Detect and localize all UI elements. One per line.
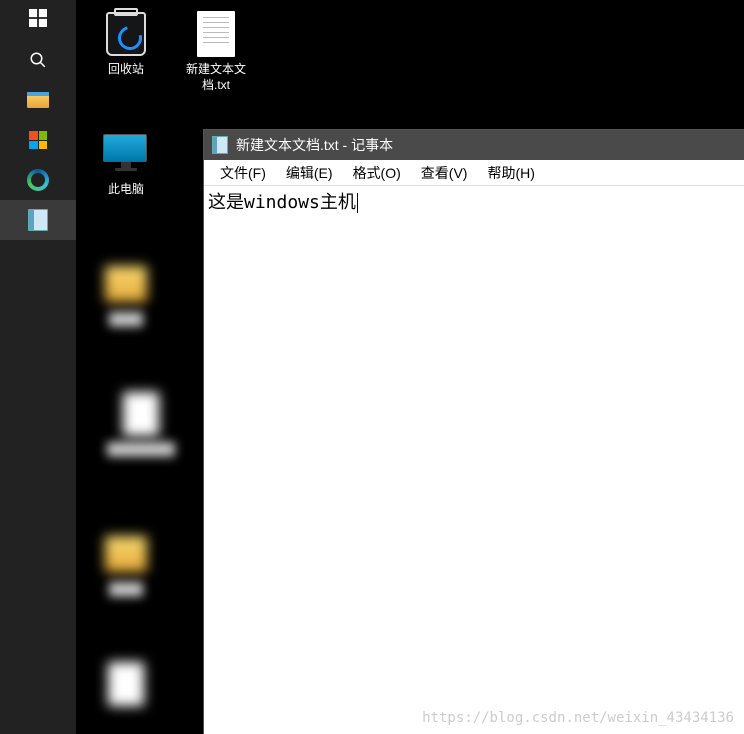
menu-format[interactable]: 格式(O) [343,161,411,185]
editor-area[interactable]: 这是windows主机 https://blog.csdn.net/weixin… [204,186,744,734]
file-icon [108,662,144,706]
notepad-task-button[interactable] [0,200,76,240]
menu-help[interactable]: 帮助(H) [477,161,544,185]
microsoft-store-button[interactable] [0,120,76,160]
editor-content: 这是windows主机 [208,192,356,213]
recycle-bin-icon [106,12,146,56]
search-icon [29,51,47,69]
start-button[interactable] [0,0,76,40]
search-button[interactable] [0,40,76,80]
windows-icon [29,9,47,32]
txt-file-icon [197,11,235,57]
desktop-icon-label: ████████ [86,442,196,458]
desktop-icon-label: 此电脑 [86,182,166,198]
desktop-icon-label: ████ [86,312,166,328]
menu-view[interactable]: 查看(V) [411,161,478,185]
desktop-icon-recycle-bin[interactable]: 回收站 [86,10,166,78]
folder-icon [105,536,147,572]
desktop-icon-label: 新建文本文档.txt [176,62,256,93]
menubar: 文件(F) 编辑(E) 格式(O) 查看(V) 帮助(H) [204,160,744,186]
notepad-icon [212,136,228,154]
file-explorer-button[interactable] [0,80,76,120]
desktop-icon-this-pc[interactable]: 此电脑 [86,130,166,198]
desktop-icon-label: ████ [86,582,166,598]
titlebar[interactable]: 新建文本文档.txt - 记事本 [204,130,744,160]
explorer-icon [27,92,49,108]
notepad-window: 新建文本文档.txt - 记事本 文件(F) 编辑(E) 格式(O) 查看(V)… [204,130,744,734]
folder-icon [105,266,147,302]
edge-icon [27,169,49,191]
taskbar [0,0,76,734]
menu-file[interactable]: 文件(F) [210,161,276,185]
store-icon [29,131,47,149]
notepad-icon [28,209,48,231]
file-icon [123,392,159,436]
desktop-icon-blurred-1[interactable]: ████ [86,260,166,328]
desktop-icon-blurred-3[interactable]: ████ [86,530,166,598]
desktop-icon-label: 回收站 [86,62,166,78]
text-caret [357,193,358,213]
desktop-icon-blurred-2[interactable]: ████████ [86,390,196,458]
edge-browser-button[interactable] [0,160,76,200]
window-title: 新建文本文档.txt - 记事本 [236,135,393,155]
menu-edit[interactable]: 编辑(E) [276,161,343,185]
pc-icon [103,134,149,174]
desktop-icon-text-file[interactable]: 新建文本文档.txt [176,10,256,93]
desktop-icon-blurred-4[interactable] [86,660,166,712]
watermark: https://blog.csdn.net/weixin_43434136 [422,710,734,726]
